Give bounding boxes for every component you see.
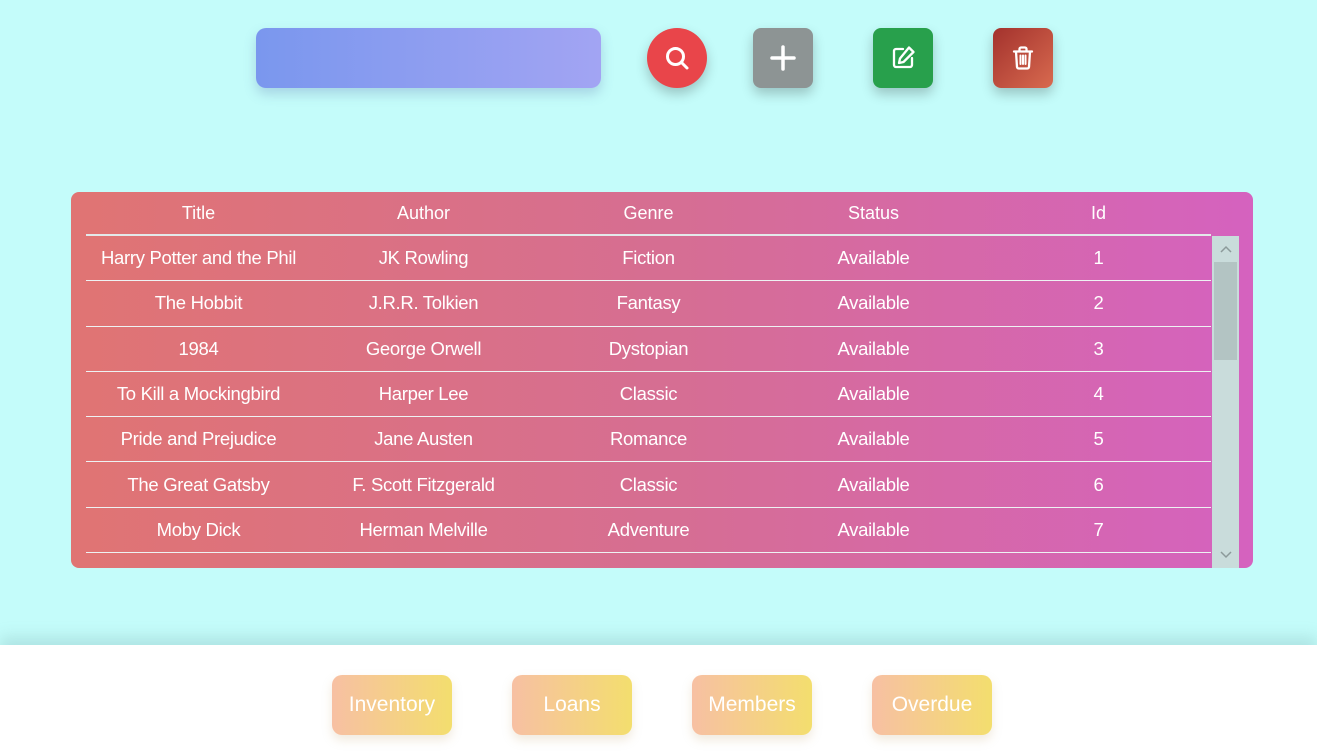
column-header-id[interactable]: Id <box>986 192 1211 234</box>
cell-title: The Great Gatsby <box>127 473 270 495</box>
scroll-down-button[interactable] <box>1212 542 1239 568</box>
cell-genre: Classic <box>619 473 678 495</box>
cell-status: Available <box>837 473 910 495</box>
cell-genre: Romance <box>609 428 688 450</box>
cell-status: Available <box>837 292 910 314</box>
chevron-down-icon <box>1219 551 1232 559</box>
table-row[interactable]: The Great Gatsby F. Scott Fitzgerald Cla… <box>86 462 1211 508</box>
table-header: Title Author Genre Status Id <box>86 192 1211 236</box>
delete-button[interactable] <box>993 28 1053 88</box>
column-header-genre[interactable]: Genre <box>536 192 761 234</box>
cell-author: George Orwell <box>365 337 482 359</box>
cell-id: 4 <box>1093 383 1104 405</box>
cell-id: 5 <box>1093 428 1104 450</box>
search-icon <box>666 47 689 70</box>
search-input[interactable] <box>256 28 601 88</box>
table-row[interactable]: The Hobbit J.R.R. Tolkien Fantasy Availa… <box>86 281 1211 327</box>
cell-genre: Fantasy <box>616 292 681 314</box>
trash-icon <box>1012 46 1034 70</box>
table-row[interactable]: Harry Potter and the Phil JK Rowling Fic… <box>86 236 1211 282</box>
cell-title: To Kill a Mockingbird <box>116 383 281 405</box>
plus-icon <box>770 45 796 71</box>
cell-title: Harry Potter and the Phil <box>100 247 297 269</box>
edit-icon <box>892 46 915 69</box>
table-row[interactable]: Pride and Prejudice Jane Austen Romance … <box>86 417 1211 463</box>
cell-id: 1 <box>1093 247 1104 269</box>
bottom-nav: Inventory Loans Members Overdue <box>0 645 1317 754</box>
column-header-status[interactable]: Status <box>761 192 986 234</box>
cell-author: Herman Melville <box>359 518 488 540</box>
cell-author: J.R.R. Tolkien <box>368 292 479 314</box>
cell-author: Jane Austen <box>374 428 473 450</box>
nav-overdue-button[interactable]: Overdue <box>872 675 992 735</box>
cell-author: F. Scott Fitzgerald <box>352 473 495 495</box>
table-row[interactable]: To Kill a Mockingbird Harper Lee Classic… <box>86 372 1211 418</box>
cell-status: Available <box>837 518 910 540</box>
cell-genre: Adventure <box>607 518 690 540</box>
cell-author: JK Rowling <box>378 247 469 269</box>
cell-title: The Hobbit <box>154 292 243 314</box>
cell-id: 7 <box>1093 518 1104 540</box>
search-button[interactable] <box>647 28 707 88</box>
cell-title: Pride and Prejudice <box>120 428 277 450</box>
books-table: Title Author Genre Status Id Harry Potte… <box>71 192 1253 568</box>
chevron-up-icon <box>1219 245 1232 253</box>
table-scrollbar[interactable] <box>1212 236 1239 568</box>
table-body: Harry Potter and the Phil JK Rowling Fic… <box>86 236 1211 554</box>
cell-status: Available <box>837 383 910 405</box>
column-header-title[interactable]: Title <box>86 192 311 234</box>
cell-genre: Fiction <box>622 247 675 269</box>
table-row[interactable]: Moby Dick Herman Melville Adventure Avai… <box>86 508 1211 554</box>
cell-genre: Classic <box>619 383 678 405</box>
cell-status: Available <box>837 337 910 359</box>
nav-inventory-button[interactable]: Inventory <box>332 675 452 735</box>
cell-author: Harper Lee <box>378 383 469 405</box>
add-button[interactable] <box>753 28 813 88</box>
nav-loans-button[interactable]: Loans <box>512 675 632 735</box>
cell-id: 6 <box>1093 473 1104 495</box>
cell-title: 1984 <box>178 337 219 359</box>
scroll-up-button[interactable] <box>1212 236 1239 262</box>
cell-id: 2 <box>1093 292 1104 314</box>
cell-title: Moby Dick <box>156 518 241 540</box>
cell-status: Available <box>837 428 910 450</box>
edit-button[interactable] <box>873 28 933 88</box>
column-header-author[interactable]: Author <box>311 192 536 234</box>
scrollbar-thumb[interactable] <box>1214 262 1237 360</box>
cell-id: 3 <box>1093 337 1104 359</box>
cell-genre: Dystopian <box>608 337 689 359</box>
nav-members-button[interactable]: Members <box>692 675 812 735</box>
cell-status: Available <box>837 247 910 269</box>
toolbar <box>0 28 1317 90</box>
table-row[interactable]: 1984 George Orwell Dystopian Available 3 <box>86 327 1211 372</box>
